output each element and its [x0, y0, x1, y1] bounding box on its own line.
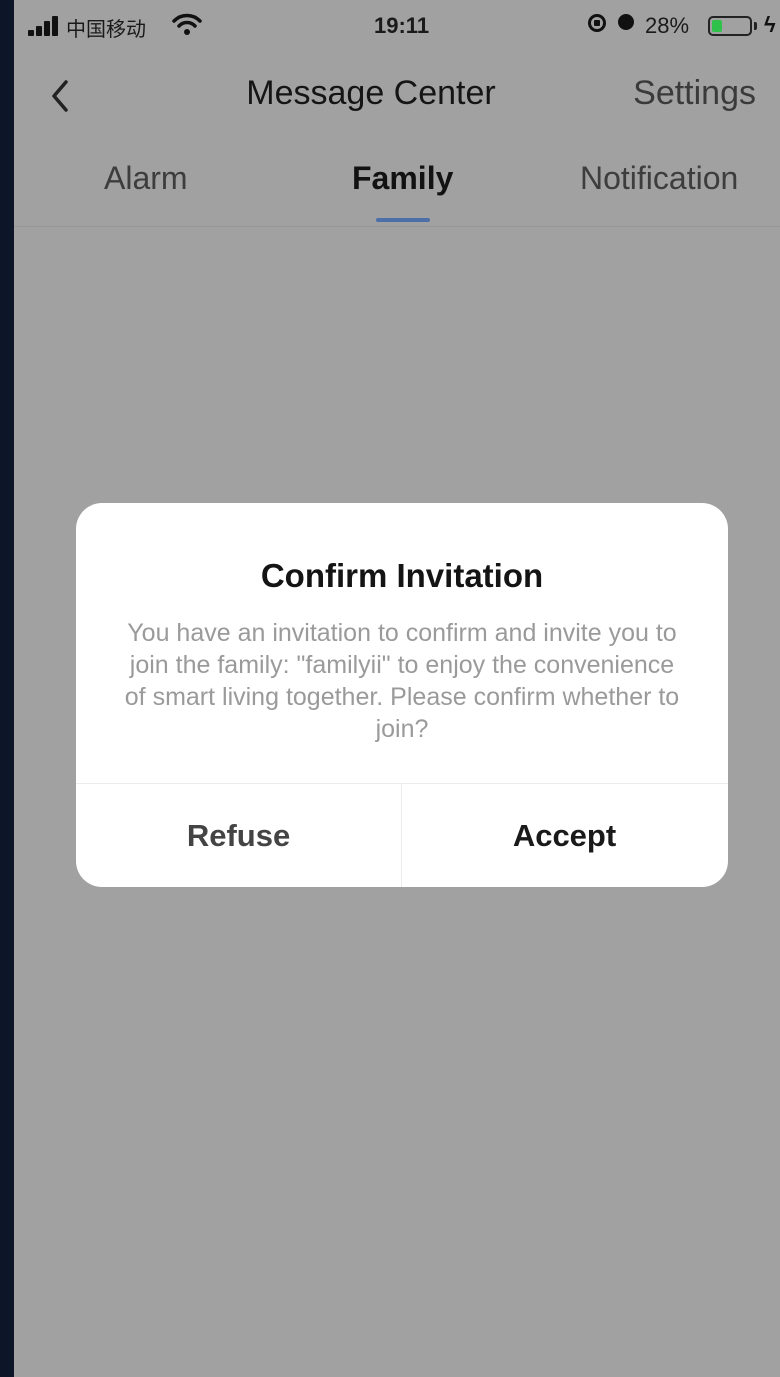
status-bar: 中国移动 19:11 28% ϟ: [14, 0, 780, 50]
carrier-name: 中国移动: [66, 19, 146, 41]
alarm-icon: [618, 14, 634, 30]
active-tab-indicator: [376, 218, 430, 222]
phone-screen: 中国移动 19:11 28% ϟ Message Center Settings…: [14, 0, 780, 1377]
accept-button[interactable]: Accept: [402, 784, 727, 887]
battery-fill: [712, 20, 722, 32]
dialog-message: You have an invitation to confirm and in…: [124, 619, 680, 743]
tab-notification[interactable]: Notification: [580, 160, 738, 197]
refuse-button[interactable]: Refuse: [76, 784, 401, 887]
orientation-lock-icon: [588, 14, 606, 32]
status-time: 19:11: [374, 13, 430, 38]
battery-tip: [754, 22, 757, 30]
wifi-icon: [172, 13, 202, 35]
settings-button[interactable]: Settings: [633, 74, 756, 113]
charging-icon: ϟ: [764, 12, 776, 37]
tab-bar: Alarm Family Notification: [14, 152, 780, 227]
tab-alarm[interactable]: Alarm: [104, 160, 188, 197]
tab-family[interactable]: Family: [352, 160, 453, 197]
battery-percent: 28%: [645, 13, 690, 38]
confirm-invitation-dialog: Confirm Invitation You have an invitatio…: [76, 503, 728, 887]
dialog-title: Confirm Invitation: [260, 557, 544, 594]
battery-icon: [708, 16, 752, 36]
signal-icon: [28, 16, 62, 36]
